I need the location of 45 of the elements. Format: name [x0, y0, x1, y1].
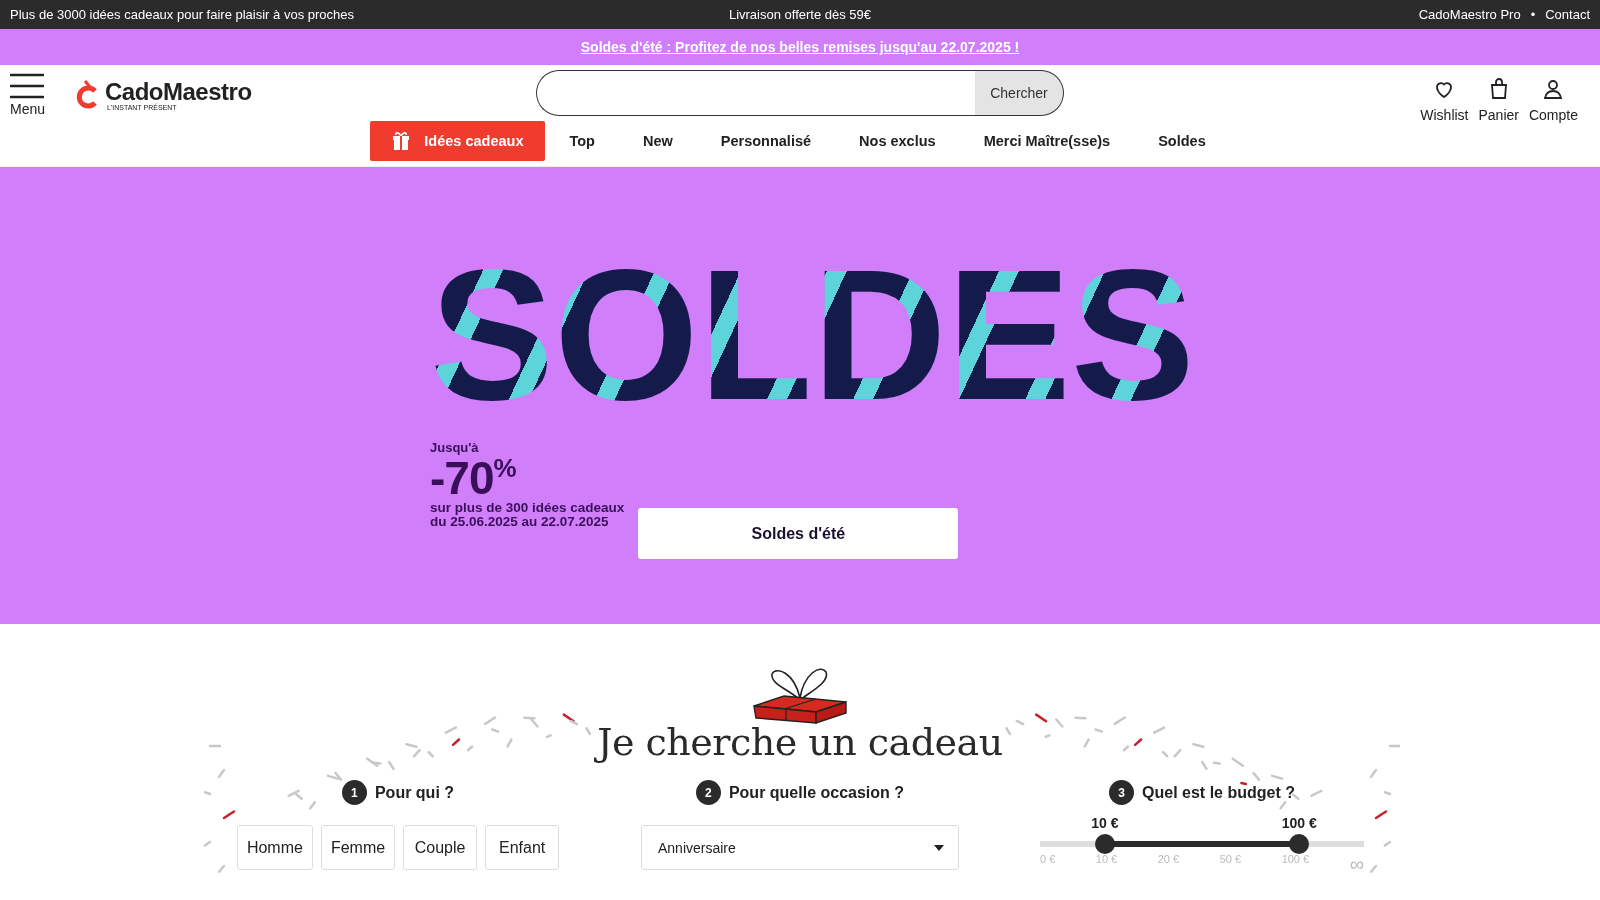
- header-action[interactable]: Wishlist: [1420, 77, 1469, 125]
- step-number: 3: [1109, 780, 1135, 805]
- header-action[interactable]: Compte: [1528, 77, 1578, 125]
- nav-link[interactable]: Top: [545, 121, 619, 161]
- tick-label: 50 €: [1219, 853, 1242, 867]
- menu-button[interactable]: Menu: [0, 65, 56, 125]
- sale-button[interactable]: Soldes d'été: [638, 508, 959, 559]
- step-label: Pour qui ?: [374, 783, 455, 802]
- tick-label: ∞: [1349, 853, 1364, 876]
- top-bar-text: Plus de 3000 idées cadeaux pour faire plaisir à vos proches: [10, 7, 355, 22]
- nav-link[interactable]: Nos exclus: [835, 121, 960, 161]
- occasion-select[interactable]: Anniversaire: [641, 825, 959, 870]
- caret-icon: [934, 844, 944, 851]
- tick-label: 20 €: [1157, 853, 1180, 867]
- nav-link[interactable]: New: [618, 121, 697, 161]
- top-bar-link[interactable]: CadoMaestro Pro: [1418, 7, 1521, 22]
- slider-thumb[interactable]: [1094, 834, 1115, 854]
- step-number: 2: [695, 780, 721, 805]
- tick-label: 0 €: [1040, 853, 1056, 867]
- tick-label: 100 €: [1281, 853, 1310, 867]
- separator-dot: •: [1530, 7, 1536, 22]
- offer-details: du 25.06.2025 au 22.07.2025: [430, 515, 610, 529]
- recipient-option[interactable]: Enfant: [485, 825, 560, 870]
- top-bar-link[interactable]: Contact: [1545, 7, 1590, 22]
- offer-prefix: Jusqu'à: [430, 440, 480, 455]
- recipient-option[interactable]: Couple: [403, 825, 478, 870]
- nav-link[interactable]: Personnalisé: [696, 121, 836, 161]
- gift-icon: [392, 131, 411, 151]
- slider-thumb[interactable]: [1289, 834, 1310, 854]
- recipient-option[interactable]: Femme: [320, 825, 396, 870]
- delivery-text: Livraison offerte dès 59€: [728, 7, 872, 22]
- budget-min-value: 10 €: [1091, 815, 1119, 831]
- step-number: 1: [341, 780, 367, 805]
- discount-text: -70%: [430, 455, 516, 501]
- tick-label: 10 €: [1095, 853, 1118, 867]
- nav-link[interactable]: Merci Maître(sse)s: [959, 121, 1135, 161]
- nav-link[interactable]: Idées cadeaux: [370, 121, 546, 161]
- nav-link[interactable]: Soldes: [1134, 121, 1230, 161]
- menu-icon: [10, 73, 44, 99]
- step-label: Pour quelle occasion ?: [728, 783, 905, 802]
- step-label: Quel est le budget ?: [1142, 783, 1295, 802]
- recipient-option[interactable]: Homme: [236, 825, 313, 870]
- header-action[interactable]: Panier: [1478, 77, 1519, 125]
- offer-details: sur plus de 300 idées cadeaux: [430, 501, 625, 515]
- budget-max-value: 100 €: [1281, 815, 1317, 831]
